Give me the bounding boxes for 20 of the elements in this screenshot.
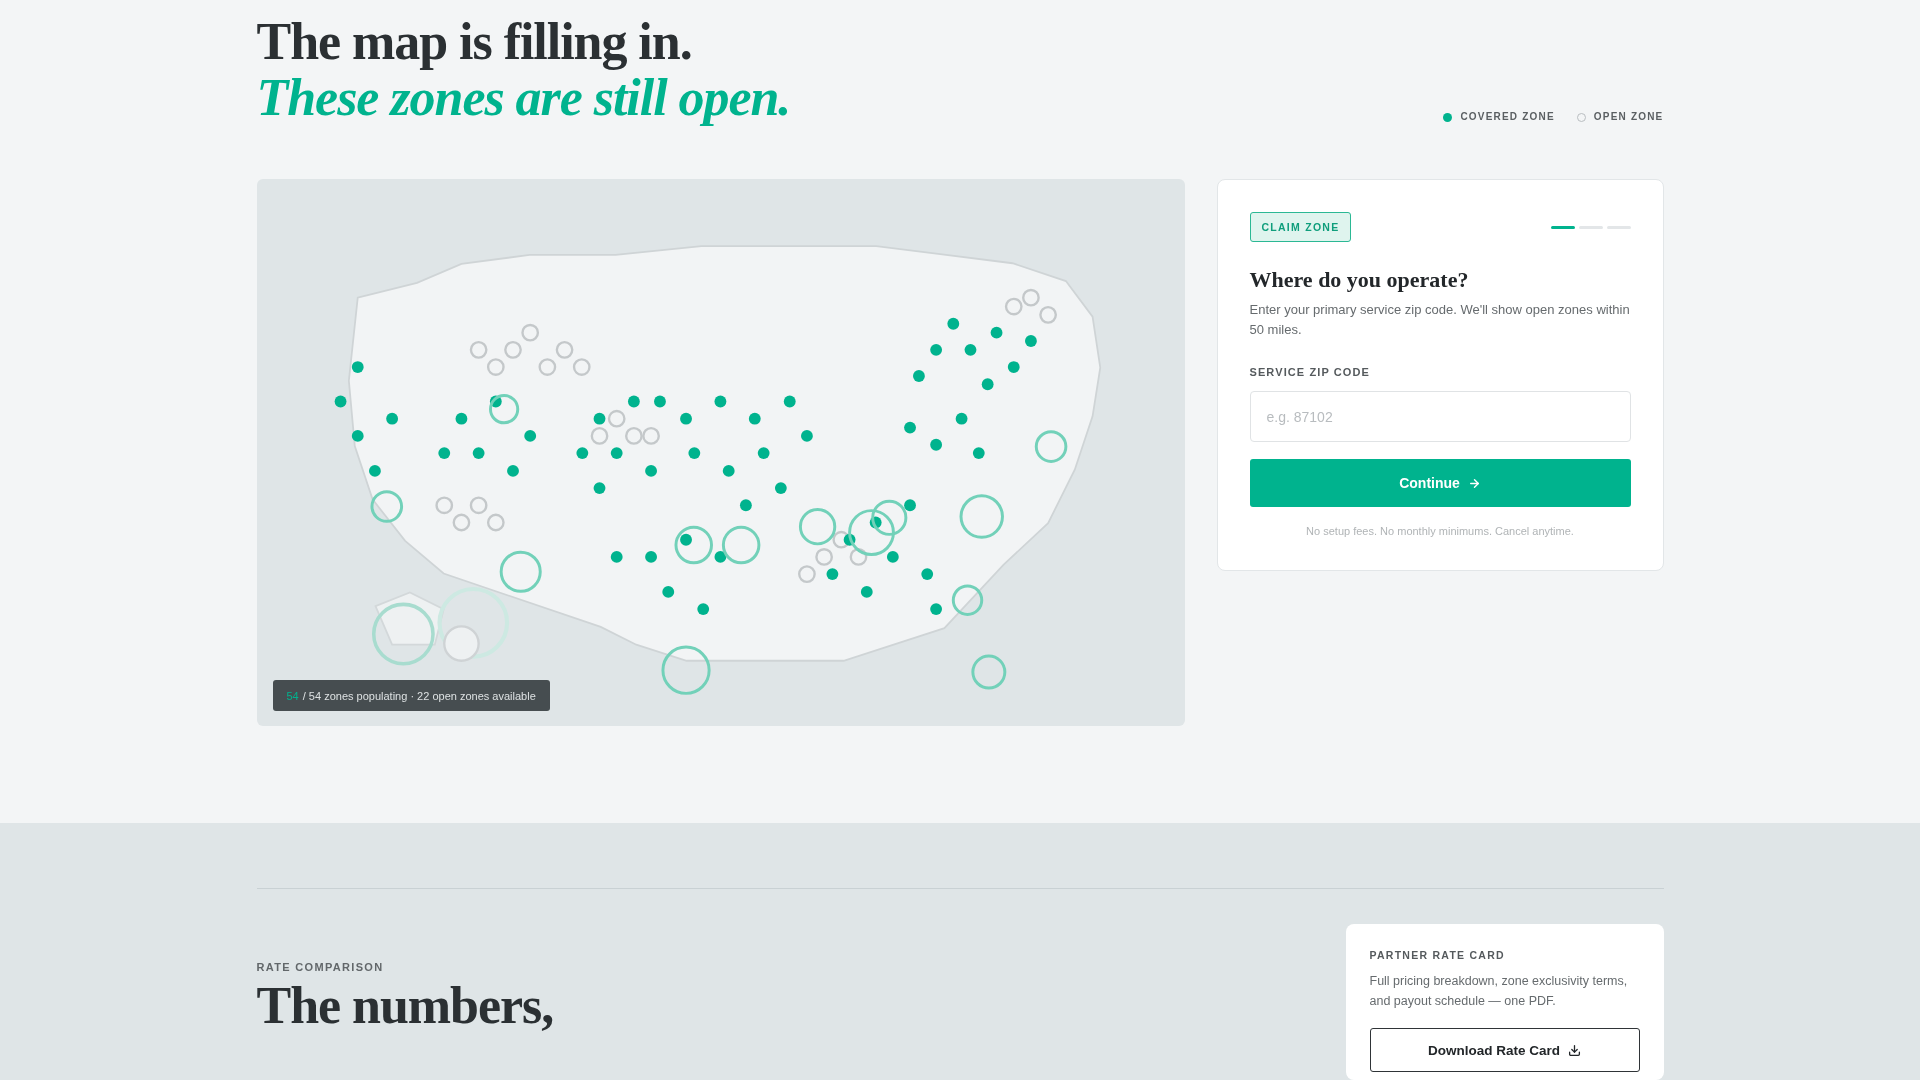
zone-status-text: / 54 zones populating · 22 open zones available	[302, 689, 536, 702]
zip-code-field[interactable]: e.g. 87102	[1249, 391, 1631, 442]
section-eyebrow: RATE COMPARISON	[256, 960, 384, 974]
page-title: The map is filling in.	[256, 14, 692, 70]
filled-dot-icon	[1443, 112, 1453, 122]
page-subtitle: These zones are still open.	[256, 70, 791, 126]
card-description: Enter your primary service zip code. We'll show open zones within 50 miles.	[1249, 301, 1631, 339]
section-title: The numbers,	[256, 978, 554, 1034]
legend-label: COVERED ZONE	[1460, 110, 1555, 124]
rate-card-description: Full pricing breakdown, zone exclusivity terms, and payout schedule — one PDF.	[1369, 973, 1629, 1010]
card-title: Where do you operate?	[1249, 267, 1470, 293]
fine-print: No setup fees. No monthly minimums. Cancel anytime.	[1305, 524, 1575, 538]
download-button[interactable]: Download Rate Card	[1369, 1028, 1640, 1072]
zone-count: 54	[286, 689, 299, 702]
claim-zone-tag: CLAIM ZONE	[1249, 212, 1352, 242]
download-icon	[1568, 1043, 1581, 1057]
legend-label: OPEN ZONE	[1593, 110, 1664, 124]
rate-card-title: PARTNER RATE CARD	[1369, 948, 1505, 963]
arrow-right-icon	[1467, 476, 1481, 490]
field-label: SERVICE ZIP CODE	[1249, 365, 1371, 379]
